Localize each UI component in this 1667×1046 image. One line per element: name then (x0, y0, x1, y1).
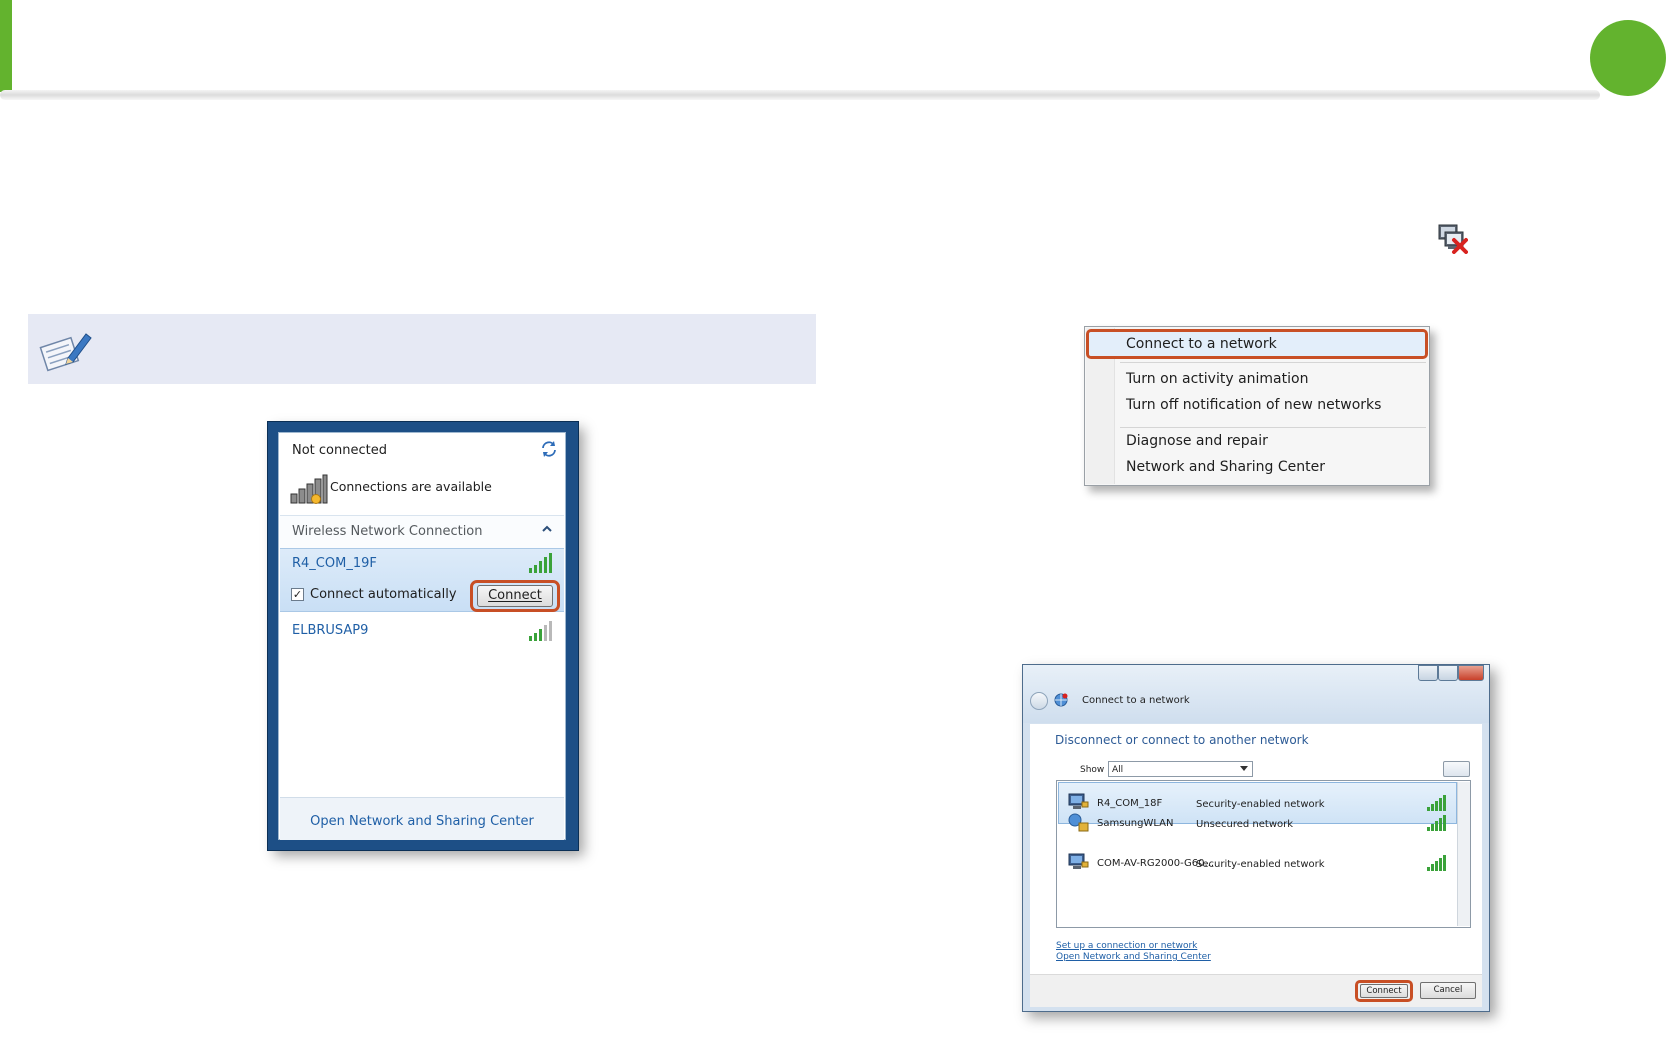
connection-status: Not connected (292, 443, 387, 458)
window-controls (1418, 665, 1484, 682)
dialog-title: Connect to a network (1082, 695, 1190, 706)
network-globe-icon (1054, 693, 1068, 707)
close-button[interactable] (1458, 665, 1484, 681)
network-security: Security-enabled network (1196, 859, 1325, 870)
dialog-heading: Disconnect or connect to another network (1055, 733, 1309, 747)
signal-strength-icon (529, 553, 552, 573)
network-name: R4_COM_18F (1097, 798, 1163, 809)
menu-item-notifications[interactable]: Turn off notification of new networks (1126, 396, 1381, 414)
chevron-up-icon[interactable] (540, 522, 554, 536)
minimize-button[interactable] (1418, 665, 1438, 681)
network-disconnected-icon (1438, 224, 1468, 254)
dialog-footer (1030, 974, 1482, 1007)
connections-available-text: Connections are available (330, 479, 492, 494)
menu-item-connect-to-network[interactable]: Connect to a network (1126, 335, 1277, 353)
refresh-icon[interactable] (540, 440, 558, 458)
menu-separator (1120, 427, 1426, 428)
show-filter-value: All (1112, 765, 1124, 775)
signal-strength-icon (1427, 855, 1446, 871)
menu-separator (1120, 362, 1426, 363)
page-header (0, 0, 1667, 100)
maximize-button[interactable] (1438, 665, 1458, 681)
list-scrollbar[interactable] (1457, 782, 1470, 926)
pencil-note-icon (39, 333, 92, 372)
network-name[interactable]: SamsungWLAN (1097, 818, 1173, 830)
signal-strength-icon (1427, 795, 1446, 811)
network-name[interactable]: ELBRUSAP9 (292, 623, 368, 639)
open-network-center-link[interactable]: Open Network and Sharing Center (1056, 951, 1211, 963)
dropdown-arrow-icon (1240, 766, 1248, 771)
menu-item-sharing-center[interactable]: Network and Sharing Center (1126, 458, 1325, 476)
connect-automatically-label: Connect automatically (310, 587, 457, 602)
back-arrow-icon[interactable] (1030, 692, 1048, 710)
header-divider (0, 90, 1600, 100)
menu-item-diagnose[interactable]: Diagnose and repair (1126, 432, 1268, 450)
wireless-section-label: Wireless Network Connection (292, 524, 483, 539)
secured-network-icon (1068, 793, 1089, 809)
open-network-center-link[interactable]: Open Network and Sharing Center (280, 814, 564, 830)
show-filter-select[interactable] (1108, 761, 1253, 777)
network-available-icon (290, 474, 328, 504)
secured-network-icon (1068, 853, 1089, 869)
refresh-icon[interactable] (1443, 761, 1470, 777)
network-security: Unsecured network (1196, 819, 1294, 830)
network-name: R4_COM_19F (292, 556, 377, 571)
unsecured-network-icon (1068, 813, 1089, 832)
header-accent-strip (0, 0, 12, 92)
dialog-connect-button[interactable]: Connect (1360, 984, 1408, 998)
signal-strength-icon (529, 621, 552, 641)
signal-strength-icon (1427, 815, 1446, 831)
connect-automatically-checkbox[interactable]: ✓ (291, 588, 304, 601)
dialog-cancel-button[interactable]: Cancel (1420, 982, 1476, 999)
menu-item-activity-animation[interactable]: Turn on activity animation (1126, 370, 1308, 388)
network-security: Security-enabled network (1196, 799, 1325, 810)
chapter-marker-circle (1590, 20, 1666, 96)
note-box (28, 314, 816, 384)
connect-button[interactable]: Connect (477, 585, 553, 607)
show-label: Show (1080, 765, 1105, 775)
